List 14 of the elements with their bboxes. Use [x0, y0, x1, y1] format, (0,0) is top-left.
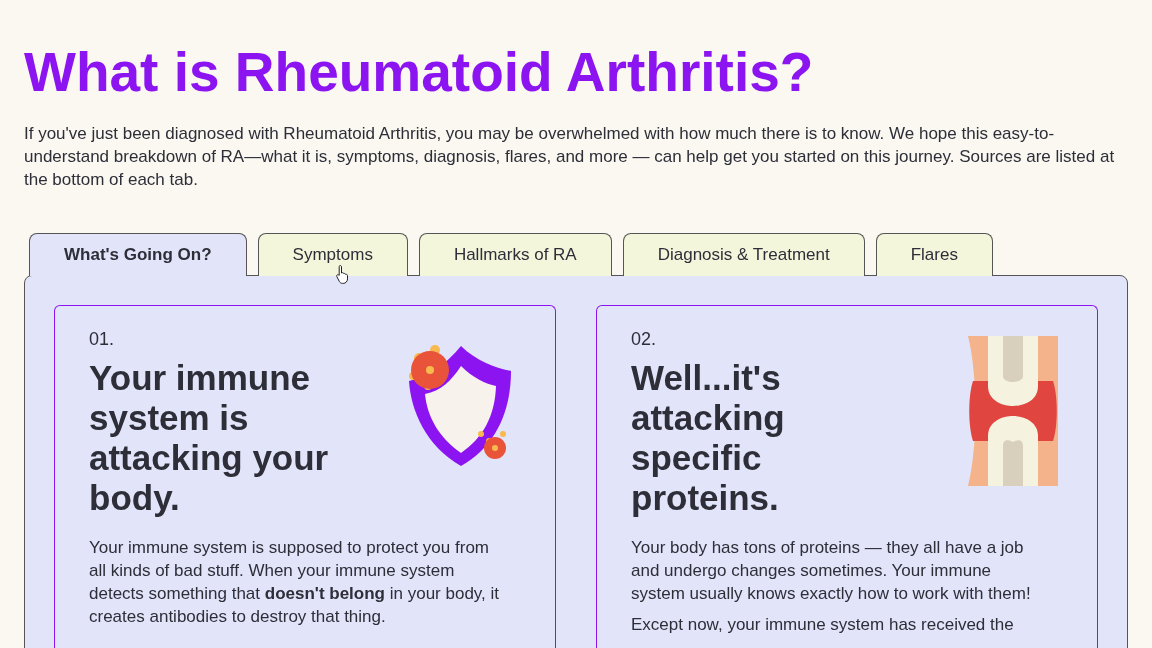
- tab[interactable]: Diagnosis & Treatment: [622, 233, 865, 276]
- card-number: 01.: [89, 329, 116, 350]
- card-paragraph: Except now, your immune system has received the: [631, 614, 1015, 636]
- tab[interactable]: What's Going On?: [29, 233, 247, 276]
- intro-paragraph: If you've just been diagnosed with Rheumatoid Arthritis, you may be overwhelmed with how much there is to know. We hope this easy-to-understand breakdown of RA—what it is, symptoms, diagnosis, flares, and more — can help get you started on this journey. Sources are listed at the bottom of each tab.: [24, 123, 1116, 191]
- tab[interactable]: Hallmarks of RA: [418, 233, 612, 276]
- page-title: What is Rheumatoid Arthritis?: [24, 40, 815, 104]
- tab[interactable]: Flares: [875, 233, 993, 276]
- hand-cursor-icon: [334, 264, 351, 284]
- card-heading: Well...it's attacking specific proteins.: [631, 358, 786, 518]
- card-heading: Your immune system is attacking your body.: [89, 358, 330, 518]
- card-number: 02.: [631, 329, 658, 350]
- card-paragraph: Your immune system is supposed to protect you from all kinds of bad stuff. When your immune system detects something that doesn't belong in your body, it creates antibodies to destroy that thing.: [89, 537, 501, 628]
- card-paragraph: Your body has tons of proteins — they all have a job and undergo changes sometimes. Your immune system usually knows exactly how to work with them!: [631, 537, 1032, 605]
